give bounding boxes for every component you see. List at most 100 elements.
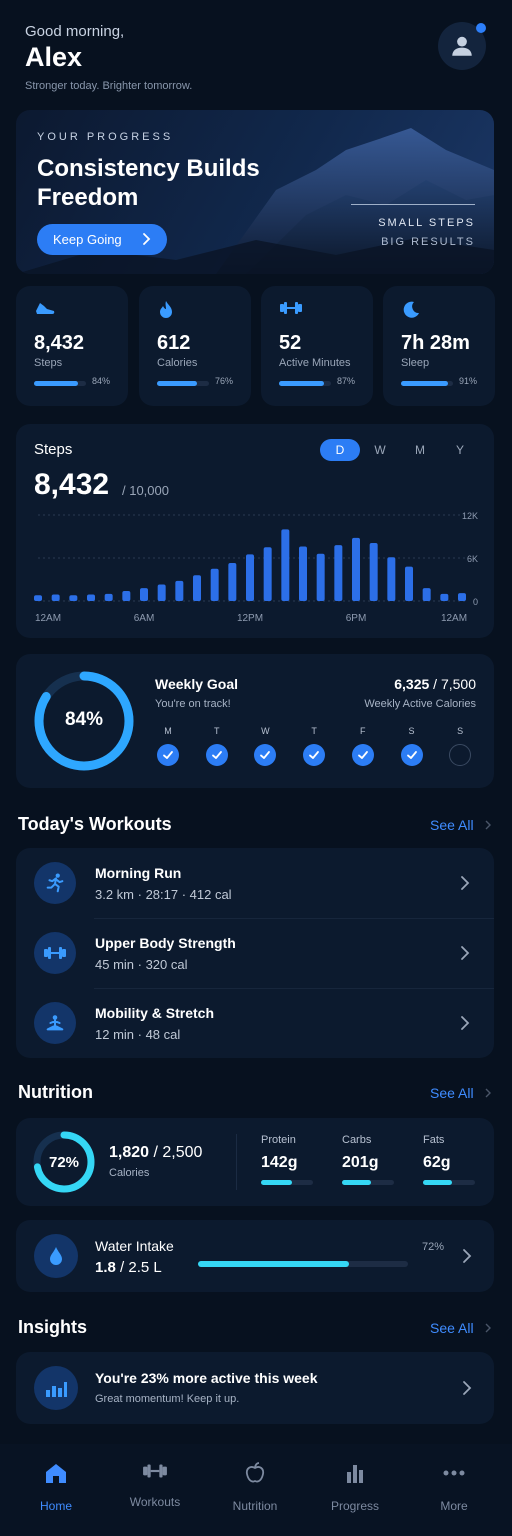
- hero-big-results: BIG RESULTS: [381, 236, 475, 248]
- workout-icon-badge: [34, 862, 76, 904]
- stat-card-active-minutes[interactable]: 52 Active Minutes 87%: [261, 286, 373, 406]
- steps-total: 8,432: [34, 468, 110, 501]
- stat-card-calories[interactable]: 612 Calories 76%: [139, 286, 251, 406]
- water-title: Water Intake: [95, 1238, 174, 1254]
- steps-bar: [69, 595, 78, 601]
- insights-see-all-link[interactable]: See All: [430, 1320, 493, 1336]
- checkmark-icon: [406, 751, 417, 759]
- tab-progress[interactable]: Progress: [315, 1462, 395, 1513]
- steps-bar-chart: 12K 6K 0 12AM 6AM 12PM 6PM 12AM: [34, 511, 478, 624]
- bar-chart-icon: [347, 1465, 363, 1483]
- steps-bar: [405, 566, 413, 601]
- y-tick-label: 0: [473, 597, 478, 607]
- steps-bar: [246, 554, 254, 601]
- greeting: Good morning,: [25, 23, 125, 40]
- macro-value: 62g: [423, 1154, 451, 1171]
- workout-icon-badge: [34, 1002, 76, 1044]
- macro-progress-fill: [423, 1180, 452, 1185]
- weekly-goal-value: 6,325: [394, 676, 430, 692]
- insight-headline: You're 23% more active this week: [95, 1370, 318, 1386]
- stat-card-steps[interactable]: 8,432 Steps 84%: [16, 286, 128, 406]
- water-progress-fill: [198, 1261, 350, 1267]
- chevron-right-icon: [461, 876, 470, 890]
- workout-item-morning-run[interactable]: Morning Run 3.2 km · 28:17 · 412 cal: [16, 848, 494, 918]
- x-tick-label: 12AM: [441, 613, 467, 624]
- stat-value: 8,432: [34, 332, 85, 354]
- water-icon-badge: [34, 1234, 78, 1278]
- steps-bar: [299, 546, 307, 601]
- stat-progress-fill: [157, 381, 197, 386]
- dumbbell-icon: [44, 947, 66, 959]
- x-tick-label: 6AM: [134, 613, 155, 624]
- day-check-complete: [400, 744, 423, 766]
- day-check-complete: [351, 744, 374, 766]
- steps-bar: [87, 594, 95, 601]
- water-intake-card[interactable]: Water Intake 1.8 / 2.5 L 72%: [16, 1220, 494, 1292]
- dumbbell-icon: [143, 1464, 167, 1478]
- weekly-goal-caption: Weekly Active Calories: [364, 698, 476, 710]
- stat-progress-fill: [279, 381, 325, 386]
- macro-progress: [423, 1180, 475, 1185]
- water-value: 1.8: [95, 1259, 116, 1276]
- hero-banner: YOUR PROGRESS Consistency Builds Freedom…: [16, 110, 494, 274]
- period-week-tab[interactable]: W: [360, 439, 400, 461]
- period-year-tab[interactable]: Y: [440, 439, 480, 461]
- calories-value: 1,820: [109, 1144, 150, 1161]
- insight-subtext: Great momentum! Keep it up.: [95, 1393, 240, 1405]
- keep-going-button[interactable]: Keep Going: [37, 224, 167, 255]
- day-check-complete: [157, 744, 179, 766]
- tab-label: Home: [39, 1499, 72, 1513]
- stat-label: Sleep: [401, 357, 430, 369]
- stat-progress: [34, 381, 86, 386]
- tab-more[interactable]: More: [414, 1462, 494, 1513]
- stat-label: Steps: [34, 357, 63, 369]
- tab-label: Nutrition: [232, 1499, 278, 1513]
- stat-card-sleep[interactable]: 7h 28m Sleep 91%: [383, 286, 495, 406]
- weekly-goal-card[interactable]: 84% Weekly Goal You're on track! 6,325 /…: [16, 654, 494, 788]
- steps-title: Steps: [34, 441, 73, 458]
- day-label: T: [213, 726, 220, 736]
- weekly-goal-percent: 84%: [64, 709, 104, 730]
- macro-label: Carbs: [342, 1134, 372, 1146]
- tab-workouts[interactable]: Workouts: [115, 1462, 195, 1509]
- steps-bar: [422, 588, 431, 601]
- hero-eyebrow: YOUR PROGRESS: [37, 131, 174, 143]
- tab-nutrition[interactable]: Nutrition: [215, 1462, 295, 1513]
- steps-bar: [440, 593, 449, 601]
- workouts-see-all-link[interactable]: See All: [430, 817, 493, 833]
- workout-item-mobility[interactable]: Mobility & Stretch 12 min · 48 cal: [16, 988, 494, 1058]
- home-icon: [46, 1464, 66, 1483]
- steps-bar: [334, 545, 343, 601]
- macro-progress-fill: [342, 1180, 371, 1185]
- nutrition-see-all-link[interactable]: See All: [430, 1085, 493, 1101]
- notification-dot: [476, 23, 486, 33]
- see-all-label: See All: [430, 1085, 474, 1101]
- weekly-goal-subtitle: You're on track!: [155, 698, 231, 710]
- y-tick-label: 12K: [462, 511, 478, 521]
- shoe-icon: [36, 303, 55, 314]
- day-label: F: [360, 726, 366, 736]
- tab-home[interactable]: Home: [16, 1462, 96, 1513]
- steps-bar: [51, 594, 60, 601]
- stat-percent: 84%: [92, 376, 111, 386]
- insight-icon-badge: [34, 1366, 78, 1410]
- workouts-card: Morning Run 3.2 km · 28:17 · 412 cal Upp…: [16, 848, 494, 1058]
- insights-section-title: Insights: [18, 1317, 88, 1337]
- period-day-tab[interactable]: D: [320, 439, 360, 461]
- day-label: T: [311, 726, 317, 736]
- steps-chart-card: Steps 8,432 / 10,000 D W M Y 12K 6K 0 12AM 6…: [16, 424, 494, 638]
- hero-divider: [351, 204, 475, 205]
- insight-card[interactable]: You're 23% more active this week Great m…: [16, 1352, 494, 1424]
- checkmark-icon: [260, 751, 271, 759]
- stat-value: 52: [279, 332, 302, 354]
- flame-icon: [160, 301, 172, 318]
- stat-value: 612: [157, 332, 191, 354]
- day-label: S: [457, 726, 464, 736]
- workout-item-upper-body[interactable]: Upper Body Strength 45 min · 320 cal: [16, 918, 494, 988]
- hero-title: Consistency Builds Freedom: [37, 155, 260, 211]
- x-tick-label: 12AM: [35, 613, 61, 624]
- period-month-tab[interactable]: M: [400, 439, 440, 461]
- chevron-right-icon: [463, 1381, 472, 1395]
- stat-percent: 76%: [215, 376, 234, 386]
- steps-bar: [281, 529, 290, 601]
